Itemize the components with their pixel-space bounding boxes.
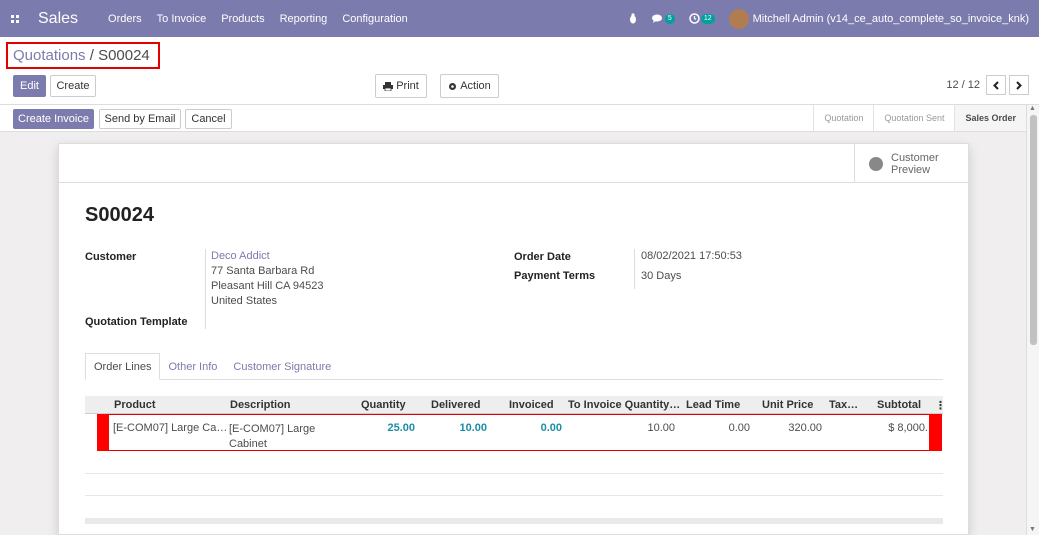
menu-to-invoice[interactable]: To Invoice (157, 13, 207, 25)
menu-orders[interactable]: Orders (108, 13, 142, 25)
menu-reporting[interactable]: Reporting (280, 13, 328, 25)
empty-row (85, 474, 943, 496)
customer-preview-line2: Preview (891, 163, 931, 176)
breadcrumb-current: S00024 (98, 47, 150, 64)
pager: 12 / 12 (946, 75, 1029, 95)
activity-badge: 12 (700, 13, 715, 24)
print-label: Print (396, 80, 419, 92)
customer-link[interactable]: Deco Addict (211, 249, 270, 264)
cell-description[interactable]: [E-COM07] Large Cabinet (229, 422, 315, 452)
form-sheet: Customer Preview S00024 Customer Deco Ad… (58, 143, 969, 535)
empty-row (85, 452, 943, 474)
order-date-value: 08/02/2021 17:50:53 (641, 250, 742, 262)
cell-product[interactable]: [E-COM07] Large Ca… (113, 422, 227, 434)
chat-icon[interactable]: 5 (651, 13, 675, 24)
globe-icon (869, 156, 883, 171)
stage-quotation[interactable]: Quotation (813, 105, 873, 131)
cell-delivered[interactable]: 10.00 (459, 422, 487, 434)
order-lines-footer (85, 518, 943, 524)
vertical-scrollbar[interactable]: ▲ ▼ (1026, 105, 1039, 535)
menu-products[interactable]: Products (221, 13, 264, 25)
cell-quantity[interactable]: 25.00 (387, 422, 415, 434)
cell-description-line2: Cabinet (229, 438, 267, 450)
user-avatar[interactable] (728, 8, 749, 29)
chevron-right-icon (1016, 80, 1022, 90)
payment-terms-label: Payment Terms (514, 270, 596, 282)
tab-order-lines[interactable]: Order Lines (85, 353, 161, 380)
column-options-icon[interactable]: ⋮ (935, 399, 946, 412)
customer-preview-label: Customer Preview (891, 152, 939, 176)
breadcrumb-quotations-link[interactable]: Quotations (13, 47, 86, 64)
edit-button[interactable]: Edit (13, 75, 46, 97)
highlight-marker-left (97, 414, 109, 451)
column-to-invoice-quantity[interactable]: To Invoice Quantity… (568, 399, 680, 411)
order-lines-header: Product Description Quantity Delivered I… (85, 396, 946, 414)
app-brand[interactable]: Sales (38, 10, 78, 28)
tab-other-info[interactable]: Other Info (160, 353, 225, 380)
stage-quotation-sent[interactable]: Quotation Sent (873, 105, 954, 131)
notebook-tabs: Order Lines Other Info Customer Signatur… (85, 353, 943, 380)
activity-icon[interactable]: 12 (689, 13, 715, 24)
column-taxes[interactable]: Tax… (829, 399, 858, 411)
scrollbar-thumb[interactable] (1030, 115, 1037, 345)
payment-terms-value: 30 Days (641, 270, 682, 282)
customer-preview-button[interactable]: Customer Preview (854, 144, 968, 183)
column-delivered[interactable]: Delivered (431, 399, 481, 411)
pager-previous-button[interactable] (986, 75, 1006, 95)
column-quantity[interactable]: Quantity (361, 399, 406, 411)
pager-value[interactable]: 12 / 12 (946, 79, 980, 91)
create-button[interactable]: Create (50, 75, 96, 97)
cell-unit-price[interactable]: 320.00 (788, 422, 822, 434)
gear-icon (449, 82, 457, 90)
field-divider-right (634, 249, 635, 289)
field-divider (205, 249, 206, 329)
chevron-left-icon (993, 80, 999, 90)
smart-button-box: Customer Preview (59, 144, 968, 183)
cell-to-invoice-quantity[interactable]: 10.00 (647, 422, 675, 434)
top-navbar: Sales Orders To Invoice Products Reporti… (0, 0, 1039, 37)
column-unit-price[interactable]: Unit Price (762, 399, 813, 411)
breadcrumb-separator: / (85, 47, 99, 64)
column-lead-time[interactable]: Lead Time (686, 399, 740, 411)
apps-menu-icon[interactable] (0, 0, 30, 37)
action-label: Action (460, 80, 491, 92)
quotation-template-label: Quotation Template (85, 316, 188, 328)
status-bar: Create Invoice Send by Email Cancel Quot… (0, 105, 1026, 132)
customer-address-line-2: Pleasant Hill CA 94523 (211, 280, 324, 292)
column-description[interactable]: Description (230, 399, 291, 411)
action-button[interactable]: Action (440, 74, 499, 98)
chat-badge: 5 (664, 13, 675, 24)
breadcrumb: Quotations / S00024 (6, 42, 160, 69)
print-icon (383, 81, 394, 91)
cell-description-line1: [E-COM07] Large (229, 423, 316, 435)
customer-preview-line1: Customer (891, 151, 939, 164)
stage-pipeline: Quotation Quotation Sent Sales Order (813, 105, 1026, 131)
customer-address-line-1: 77 Santa Barbara Rd (211, 265, 315, 277)
stage-sales-order[interactable]: Sales Order (954, 105, 1026, 131)
cell-invoiced[interactable]: 0.00 (541, 422, 562, 434)
control-panel: Quotations / S00024 Edit Create Print Ac… (0, 37, 1039, 105)
user-menu[interactable]: Mitchell Admin (v14_ce_auto_complete_so_… (753, 13, 1029, 25)
send-by-email-button[interactable]: Send by Email (99, 109, 181, 129)
tab-customer-signature[interactable]: Customer Signature (225, 353, 339, 380)
customer-label: Customer (85, 251, 137, 263)
column-subtotal[interactable]: Subtotal (877, 399, 921, 411)
column-invoiced[interactable]: Invoiced (509, 399, 554, 411)
bug-icon[interactable] (628, 13, 638, 24)
pager-next-button[interactable] (1009, 75, 1029, 95)
cancel-button[interactable]: Cancel (185, 109, 232, 129)
cell-subtotal: $ 8,000. (888, 422, 928, 434)
order-date-label: Order Date (514, 251, 571, 263)
menu-configuration[interactable]: Configuration (342, 13, 407, 25)
customer-address-line-3: United States (211, 295, 278, 307)
scroll-down-icon[interactable]: ▼ (1029, 526, 1036, 533)
scroll-up-icon[interactable]: ▲ (1029, 105, 1036, 112)
print-button[interactable]: Print (375, 74, 427, 98)
table-row[interactable]: [E-COM07] Large Ca… [E-COM07] Large Cabi… (97, 414, 931, 451)
record-title: S00024 (85, 204, 154, 226)
column-product[interactable]: Product (114, 399, 156, 411)
highlight-marker-right (929, 414, 942, 451)
create-invoice-button[interactable]: Create Invoice (13, 109, 94, 129)
cell-lead-time[interactable]: 0.00 (729, 422, 750, 434)
